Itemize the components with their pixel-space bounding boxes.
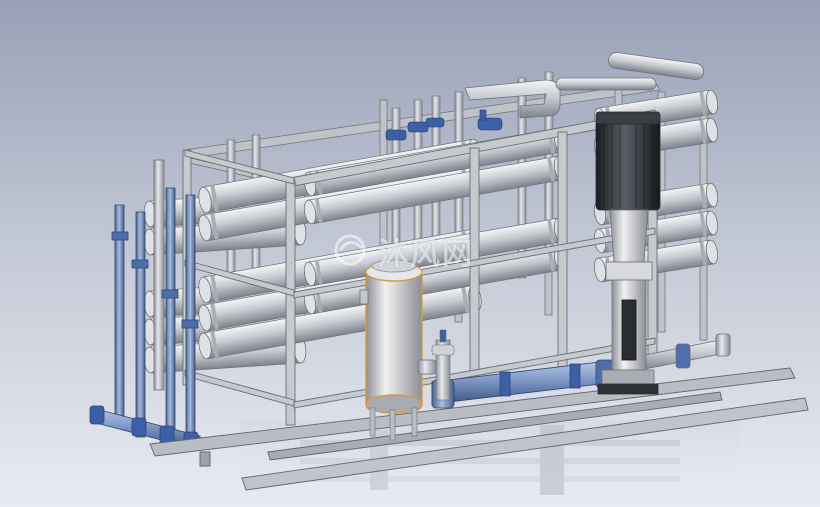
cad-viewport: 沐风网 (0, 0, 820, 507)
equipment-render (0, 0, 820, 507)
